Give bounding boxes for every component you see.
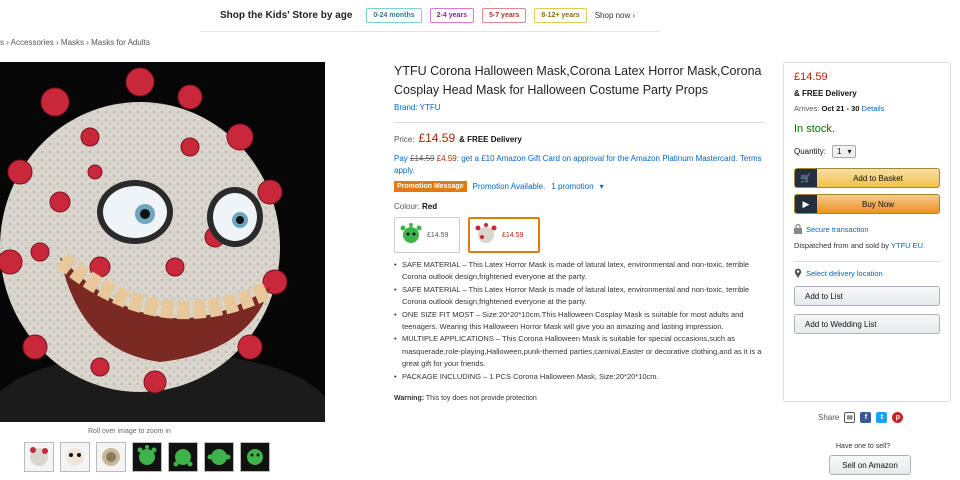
quantity-row: Quantity: 1 ▾ (794, 145, 940, 158)
select-delivery-location[interactable]: Select delivery location (794, 268, 940, 278)
add-to-wedding-list-button[interactable]: Add to Wedding List (794, 314, 940, 334)
buybox-free-delivery: & FREE Delivery (794, 89, 857, 98)
feature-bullet: SAFE MATERIAL – This Latex Horror Mask i… (394, 259, 764, 284)
thumbnail-2[interactable] (60, 442, 90, 472)
product-title: YTFU Corona Halloween Mask,Corona Latex … (394, 64, 762, 97)
price-label: Price: (394, 135, 415, 144)
thumbnail-3[interactable] (96, 442, 126, 472)
promotion-available: Promotion Available. (472, 182, 546, 191)
buy-now-button[interactable]: ▶ Buy Now (794, 194, 940, 214)
colour-label: Colour: (394, 202, 420, 211)
colour-swatches: £14.59 £14.59 (394, 217, 764, 253)
red-virus-icon (475, 223, 497, 243)
play-icon: ▶ (795, 195, 817, 213)
arrival-info: Arrives: Oct 21 - 30 Details (794, 104, 940, 113)
sell-on-amazon-button[interactable]: Sell on Amazon (829, 455, 911, 475)
kids-store-banner: Shop the Kids' Store by age 0-24 months … (200, 0, 660, 32)
dispatched-text: Dispatched from and sold by (794, 241, 890, 250)
promotion-badge: Promotion Message (394, 181, 467, 192)
swatch-green[interactable]: £14.59 (394, 217, 460, 253)
feature-bullet: MULTIPLE APPLICATIONS – This Corona Hall… (394, 333, 764, 370)
thumbnail-4[interactable] (132, 442, 162, 472)
lock-icon (794, 224, 802, 234)
cart-icon: 🛒 (795, 169, 817, 187)
quantity-label: Quantity: (794, 147, 827, 156)
dispatch-info: Dispatched from and sold by YTFU EU. (794, 240, 940, 251)
feature-bullet: PACKAGE INCLUDING – 1 PCS Corona Hallowe… (394, 371, 764, 384)
feature-bullets: SAFE MATERIAL – This Latex Horror Mask i… (394, 259, 764, 383)
twitter-icon[interactable]: t (876, 412, 888, 423)
secure-transaction-label: Secure transaction (806, 224, 869, 234)
details-link[interactable]: Details (862, 104, 885, 113)
free-delivery-label: & FREE Delivery (459, 135, 522, 144)
thumbnail-strip (24, 442, 270, 472)
product-info: YTFU Corona Halloween Mask,Corona Latex … (394, 62, 764, 402)
swatch-red[interactable]: £14.59 (468, 217, 540, 253)
seller-link[interactable]: YTFU EU. (891, 241, 925, 250)
promo-old-price: £14.59 (410, 154, 435, 163)
arrives-label: Arrives: (794, 104, 820, 113)
promo-pay-label: Pay (394, 154, 408, 163)
thumbnail-1[interactable] (24, 442, 54, 472)
kids-store-title: Shop the Kids' Store by age (220, 10, 353, 21)
warning-label: Warning: (394, 395, 425, 403)
colour-value: Red (422, 202, 438, 211)
gift-card-promo[interactable]: Pay £14.59 £4.59: get a £10 Amazon Gift … (394, 153, 764, 177)
chevron-down-icon: ▾ (847, 147, 852, 156)
colour-label-row: Colour: Red (394, 202, 764, 211)
add-to-list-button[interactable]: Add to List (794, 286, 940, 306)
age-chip-0-24-months[interactable]: 0-24 months (366, 8, 422, 23)
add-to-basket-label: Add to Basket (853, 173, 903, 183)
quantity-select[interactable]: 1 ▾ (832, 145, 857, 158)
shop-now-link[interactable]: Shop now › (595, 11, 635, 20)
brand-link[interactable]: Brand: YTFU (394, 103, 764, 112)
warning-text: This toy does not provide protection (425, 395, 537, 403)
email-icon[interactable]: ✉ (844, 412, 856, 423)
arrives-date: Oct 21 - 30 (821, 104, 860, 113)
buybox-price: £14.59 (794, 71, 828, 83)
age-chip-5-7-years[interactable]: 5-7 years (482, 8, 527, 23)
swatch-price: £14.59 (502, 231, 524, 239)
buy-box: £14.59 & FREE Delivery Arrives: Oct 21 -… (783, 62, 951, 402)
divider (794, 261, 940, 262)
share-row: Share ✉ f t p (818, 412, 904, 423)
quantity-value: 1 (837, 147, 842, 156)
price-row: Price: £14.59 & FREE Delivery (394, 131, 764, 145)
secure-transaction-link[interactable]: Secure transaction (794, 224, 940, 234)
green-virus-icon (400, 223, 422, 243)
safety-warning: Warning: This toy does not provide prote… (394, 395, 764, 402)
feature-bullet: ONE SIZE FIT MOST – Size:20*20*10cm.This… (394, 309, 764, 334)
age-chip-8-12-years[interactable]: 8-12+ years (534, 8, 587, 23)
location-pin-icon (794, 268, 802, 278)
promotion-count-link[interactable]: 1 promotion (551, 182, 593, 191)
product-price: £14.59 (418, 131, 456, 145)
facebook-icon[interactable]: f (860, 412, 872, 423)
promotion-row: Promotion Message Promotion Available. 1… (394, 181, 764, 192)
thumbnail-7[interactable] (240, 442, 270, 472)
pinterest-icon[interactable]: p (892, 412, 904, 423)
thumbnail-6[interactable] (204, 442, 234, 472)
sell-prompt: Have one to sell? (836, 443, 891, 450)
delivery-location-label: Select delivery location (806, 268, 883, 278)
age-chip-2-4-years[interactable]: 2-4 years (429, 8, 474, 23)
virus-mask-image (0, 62, 325, 422)
add-to-basket-button[interactable]: 🛒 Add to Basket (794, 168, 940, 188)
feature-bullet: SAFE MATERIAL – This Latex Horror Mask i… (394, 284, 764, 309)
stock-status: In stock. (794, 123, 835, 135)
product-main-image[interactable] (0, 62, 325, 422)
swatch-price: £14.59 (427, 231, 449, 239)
divider (394, 122, 764, 123)
chevron-down-icon[interactable]: ▾ (600, 182, 604, 191)
buy-now-label: Buy Now (861, 199, 894, 209)
promo-new-price: £4.59 (436, 154, 457, 163)
share-label: Share (818, 413, 840, 422)
thumbnail-5[interactable] (168, 442, 198, 472)
zoom-hint: Roll over image to zoom in (88, 428, 171, 435)
breadcrumb[interactable]: s › Accessories › Masks › Masks for Adul… (0, 38, 150, 47)
